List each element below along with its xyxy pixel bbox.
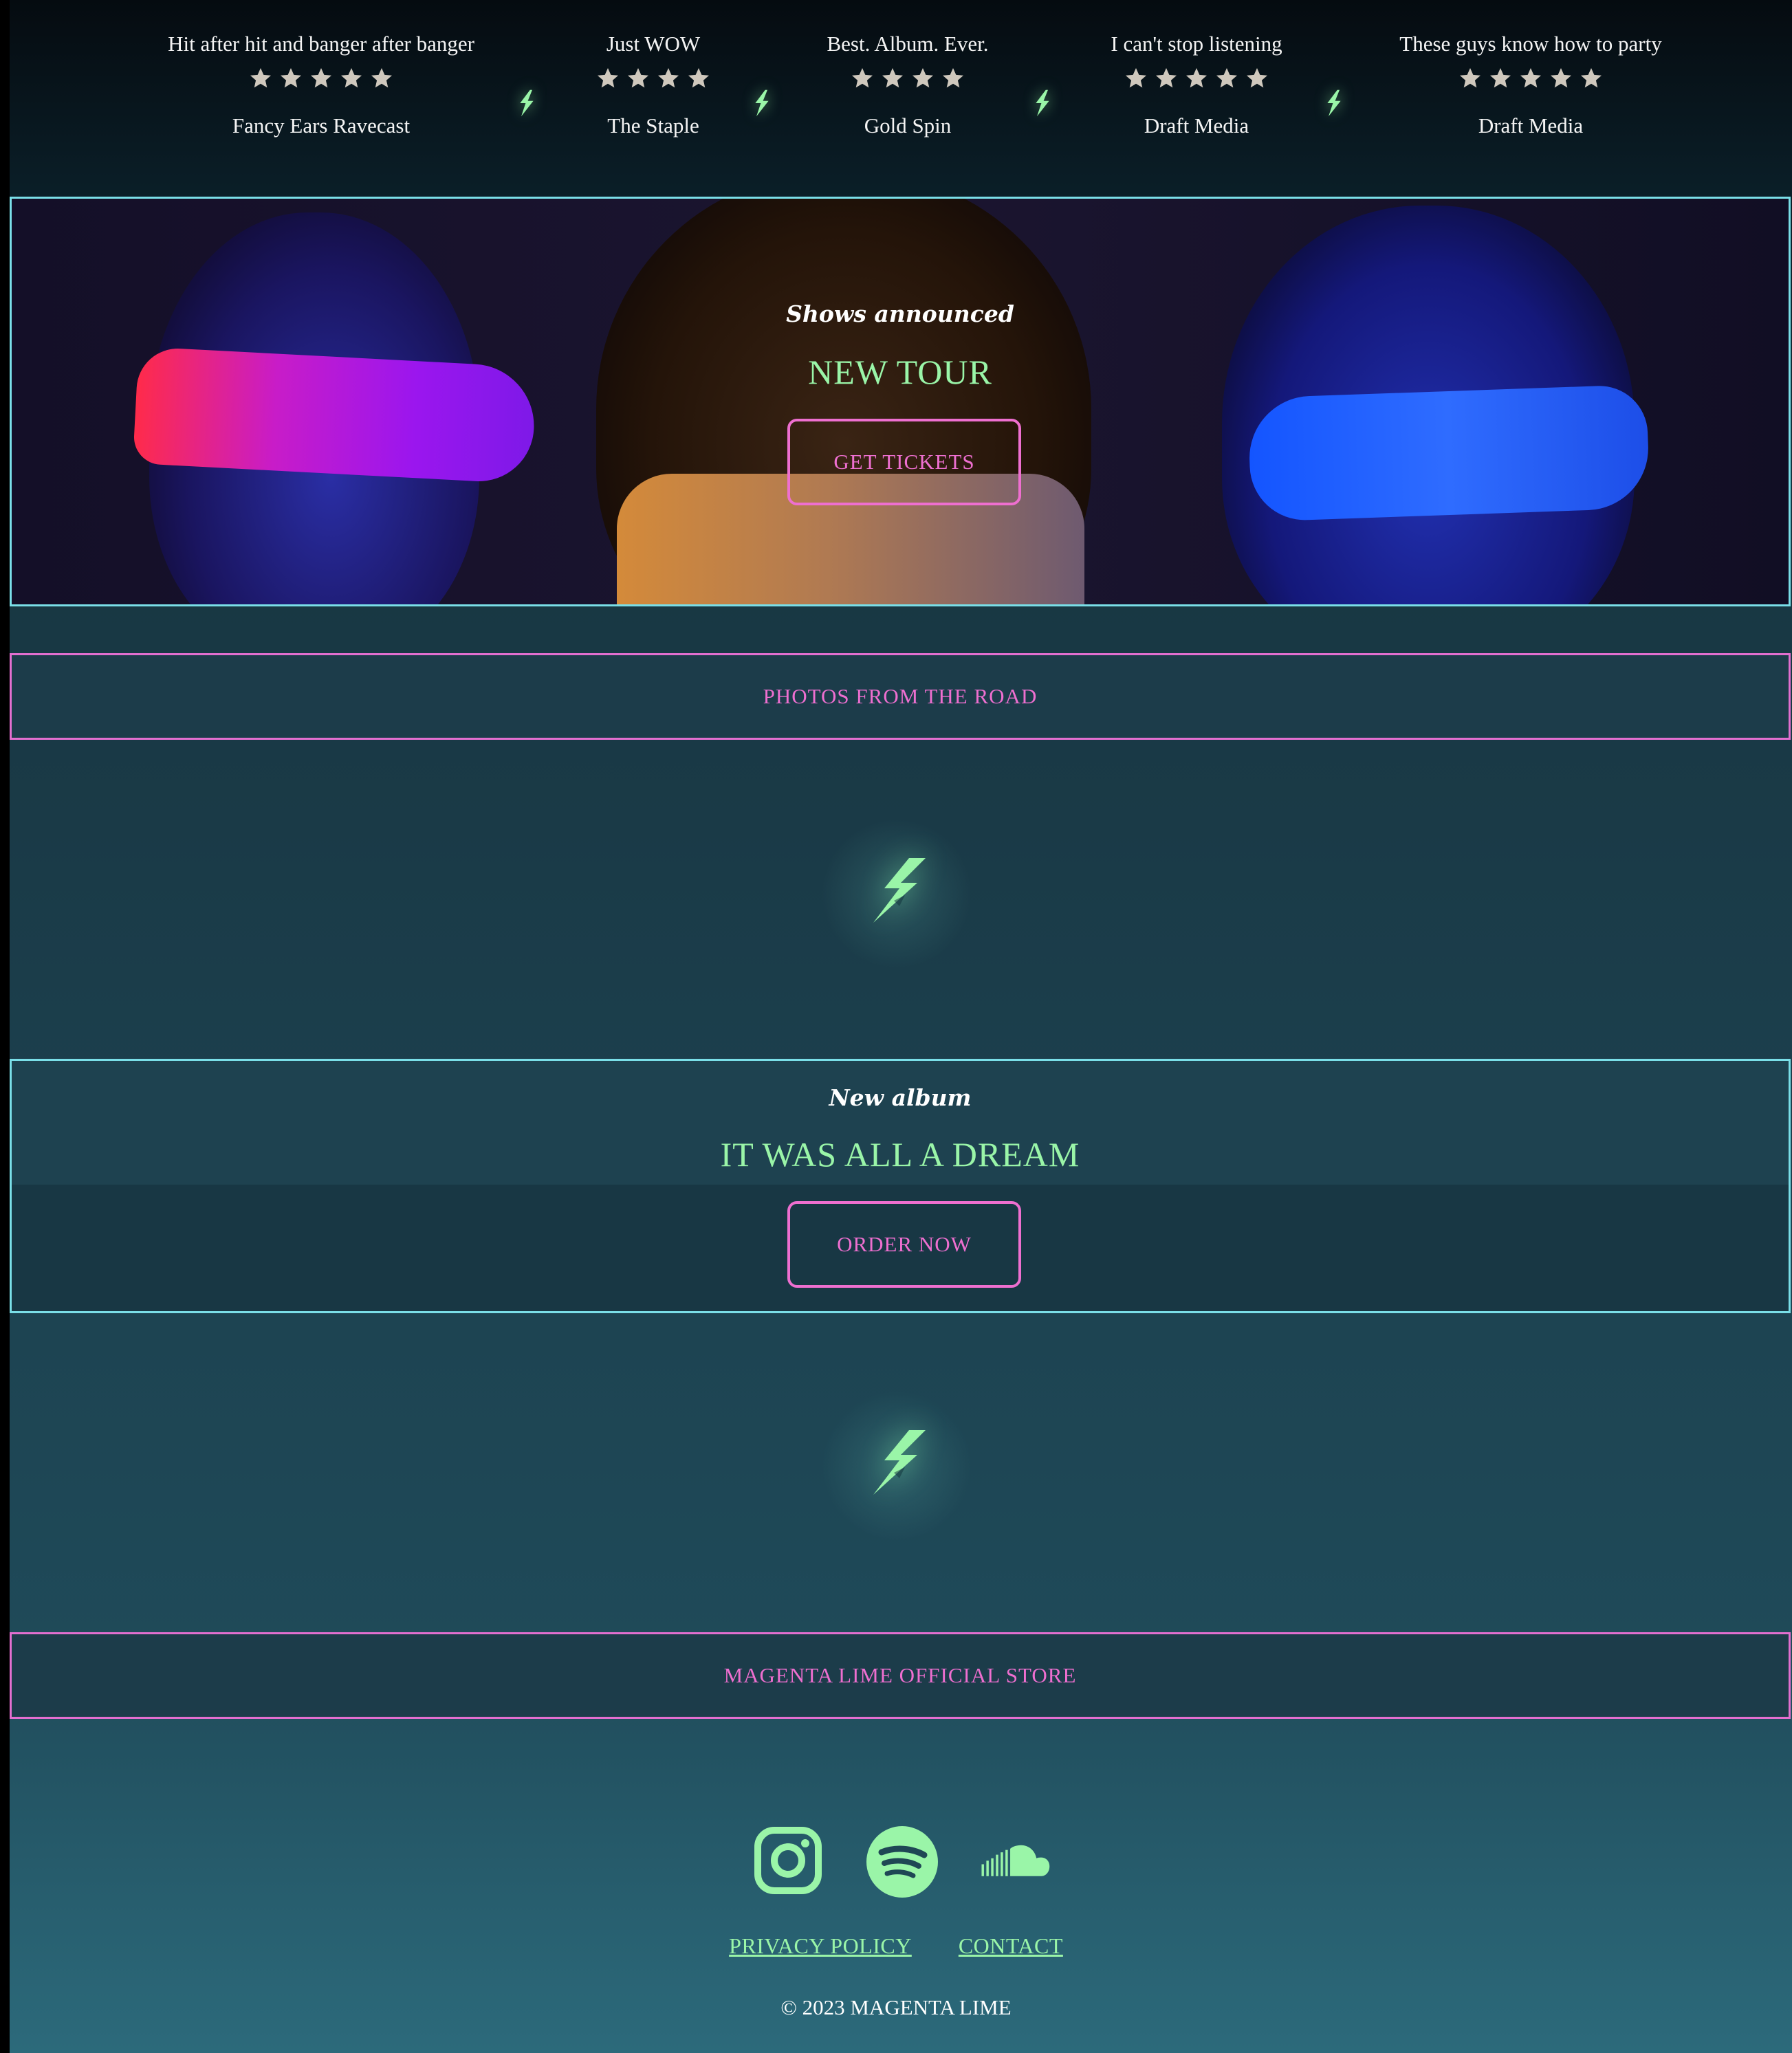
star-icon — [278, 66, 303, 91]
review-source: Draft Media — [1144, 113, 1249, 138]
star-icon — [339, 66, 364, 91]
review-item: Hit after hit and banger after banger Fa… — [142, 28, 500, 142]
bolt-icon — [868, 1430, 926, 1495]
instagram-icon[interactable] — [754, 1826, 822, 1895]
photos-from-the-road-link[interactable]: PHOTOS FROM THE ROAD — [10, 653, 1791, 740]
review-quote: Just WOW — [606, 32, 701, 56]
order-now-button[interactable]: ORDER NOW — [787, 1201, 1021, 1288]
star-icon — [1518, 66, 1543, 91]
star-icon — [309, 66, 334, 91]
star-rating — [811, 66, 1004, 102]
review-source: Draft Media — [1478, 113, 1584, 138]
social-links — [0, 1826, 1792, 1902]
hero-photo-blindfold — [1247, 384, 1650, 523]
review-item: I can't stop listening Draft Media — [1073, 28, 1320, 142]
star-rating — [142, 66, 500, 102]
review-source: Gold Spin — [864, 113, 952, 138]
hero-title: NEW TOUR — [808, 353, 992, 391]
bolt-icon — [1323, 89, 1345, 117]
review-item: Best. Album. Ever. Gold Spin — [811, 28, 1004, 142]
star-icon — [1488, 66, 1513, 91]
bolt-icon — [751, 89, 773, 117]
review-quote: Hit after hit and banger after banger — [168, 32, 474, 56]
privacy-policy-link[interactable]: PRIVACY POLICY — [729, 1933, 912, 1958]
review-quote: Best. Album. Ever. — [827, 32, 989, 56]
star-icon — [1549, 66, 1573, 91]
star-icon — [1214, 66, 1239, 91]
review-quote: These guys know how to party — [1399, 32, 1662, 56]
star-icon — [369, 66, 394, 91]
hero-subtitle: Shows announced — [786, 300, 1014, 327]
soundcloud-icon[interactable] — [979, 1826, 1051, 1898]
bolt-icon — [516, 89, 538, 117]
album-title: IT WAS ALL A DREAM — [720, 1135, 1080, 1174]
contact-link[interactable]: CONTACT — [959, 1933, 1063, 1958]
album-subtitle: New album — [829, 1084, 972, 1111]
star-icon — [941, 66, 965, 91]
star-icon — [1245, 66, 1269, 91]
official-store-link[interactable]: MAGENTA LIME OFFICIAL STORE — [10, 1632, 1791, 1719]
star-icon — [1124, 66, 1148, 91]
star-rating — [578, 66, 729, 102]
star-icon — [248, 66, 273, 91]
tour-hero: Shows announced NEW TOUR GET TICKETS — [10, 197, 1791, 606]
star-icon — [850, 66, 875, 91]
review-source: The Staple — [607, 113, 699, 138]
star-icon — [626, 66, 651, 91]
bolt-icon — [868, 858, 926, 923]
get-tickets-button[interactable]: GET TICKETS — [787, 419, 1021, 505]
review-source: Fancy Ears Ravecast — [232, 113, 411, 138]
star-icon — [1579, 66, 1604, 91]
bolt-icon — [1031, 89, 1053, 117]
footer-links: PRIVACY POLICY CONTACT — [0, 1933, 1792, 1959]
star-rating — [1373, 66, 1689, 102]
new-album-section: New album IT WAS ALL A DREAM ORDER NOW — [10, 1059, 1791, 1313]
review-quote: I can't stop listening — [1111, 32, 1282, 56]
star-icon — [686, 66, 711, 91]
reviews-row: Hit after hit and banger after banger Fa… — [10, 28, 1792, 165]
star-icon — [595, 66, 620, 91]
star-icon — [1154, 66, 1179, 91]
star-icon — [1184, 66, 1209, 91]
star-icon — [656, 66, 681, 91]
star-icon — [880, 66, 905, 91]
spotify-icon[interactable] — [866, 1826, 938, 1898]
left-edge — [0, 0, 10, 2053]
star-icon — [1458, 66, 1483, 91]
review-item: Just WOW The Staple — [578, 28, 729, 142]
star-icon — [910, 66, 935, 91]
review-item: These guys know how to party Draft Media — [1373, 28, 1689, 142]
star-rating — [1073, 66, 1320, 102]
copyright: © 2023 MAGENTA LIME — [780, 1995, 1012, 2019]
